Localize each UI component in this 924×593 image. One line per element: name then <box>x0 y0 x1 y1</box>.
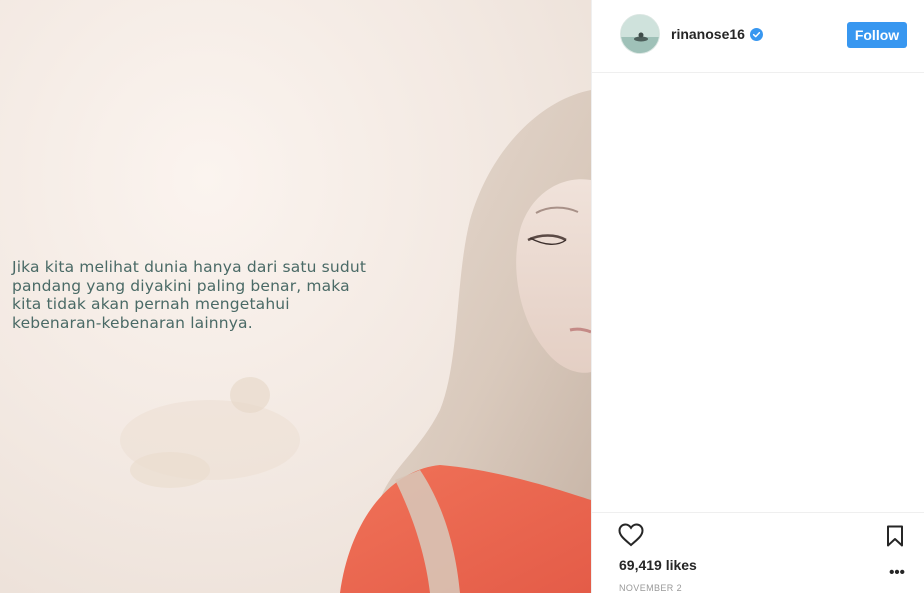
post-actions: 69,419 likes NOVEMBER 2 ••• <box>592 512 924 593</box>
username-text: rinanose16 <box>671 26 745 42</box>
quote-line: kita tidak akan pernah mengetahui <box>12 295 290 313</box>
post-header: rinanose16 Follow <box>592 0 924 73</box>
likes-count[interactable]: 69,419 likes <box>619 557 697 573</box>
like-heart-icon[interactable] <box>618 523 644 547</box>
quote-line: kebenaran-kebenaran lainnya. <box>12 313 253 332</box>
instagram-post: Jika kita melihat dunia hanya dari satu … <box>0 0 924 593</box>
post-date[interactable]: NOVEMBER 2 <box>619 583 682 593</box>
quote-line: pandang yang diyakini paling benar, maka <box>12 276 350 295</box>
post-sidebar: rinanose16 Follow 69,419 likes NOVEMBER … <box>591 0 924 593</box>
verified-badge-icon <box>749 27 763 41</box>
avatar-image <box>621 15 659 53</box>
quote-line: Jika kita melihat dunia hanya dari satu … <box>12 258 367 276</box>
photo-quote-text: Jika kita melihat dunia hanya dari satu … <box>12 258 432 332</box>
post-photo[interactable]: Jika kita melihat dunia hanya dari satu … <box>0 0 591 593</box>
bookmark-icon[interactable] <box>885 525 905 547</box>
more-options-icon[interactable]: ••• <box>889 565 905 581</box>
avatar[interactable] <box>620 14 660 54</box>
username-link[interactable]: rinanose16 <box>671 26 763 42</box>
follow-button[interactable]: Follow <box>847 22 907 48</box>
